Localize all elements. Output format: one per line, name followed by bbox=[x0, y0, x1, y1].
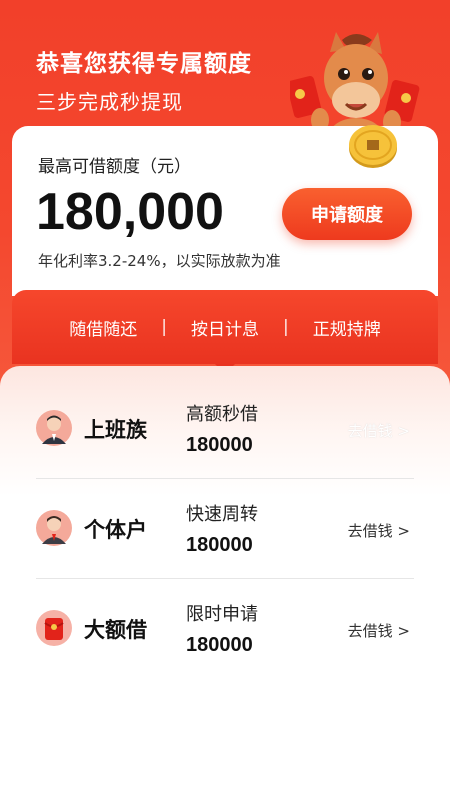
product-row-business-owner[interactable]: 个体户 快速周转 180000 去借钱 > bbox=[36, 480, 414, 579]
product-row-large-loan[interactable]: 大额借 限时申请 180000 去借钱 > bbox=[36, 580, 414, 679]
interest-rate-note: 年化利率3.2-24%，以实际放款为准 bbox=[38, 252, 281, 270]
product-list: 上班族 高额秒借 180000 去借钱 > 个体户 快速周转 180000 去借… bbox=[0, 366, 450, 800]
product-name: 大额借 bbox=[84, 618, 147, 642]
red-envelope-icon bbox=[36, 610, 72, 646]
product-name: 个体户 bbox=[84, 518, 147, 542]
hero-subtitle: 三步完成秒提现 bbox=[36, 90, 183, 114]
apply-quota-button[interactable]: 申请额度 bbox=[282, 188, 412, 240]
quota-amount: 180,000 bbox=[36, 183, 224, 241]
feature-separator: | bbox=[161, 317, 167, 337]
product-amount: 180000 bbox=[186, 534, 253, 556]
product-tag: 限时申请 bbox=[186, 604, 258, 625]
product-row-office-worker[interactable]: 上班族 高额秒借 180000 去借钱 > bbox=[36, 380, 414, 479]
product-amount: 180000 bbox=[186, 634, 253, 656]
product-name: 上班族 bbox=[84, 418, 147, 442]
feature-band: 随借随还 | 按日计息 | 正规持牌 bbox=[12, 290, 438, 364]
product-tag: 快速周转 bbox=[186, 504, 258, 525]
gold-coin-icon bbox=[349, 125, 397, 168]
borrow-link[interactable]: 去借钱 > bbox=[348, 520, 410, 541]
feature-item: 正规持牌 bbox=[312, 319, 381, 340]
product-tag: 高额秒借 bbox=[186, 404, 258, 425]
feature-item: 随借随还 bbox=[69, 319, 138, 340]
borrow-link[interactable]: 去借钱 > bbox=[348, 620, 410, 641]
business-owner-avatar-icon bbox=[36, 510, 72, 546]
quota-label: 最高可借额度（元） bbox=[38, 157, 191, 177]
feature-separator: | bbox=[283, 317, 289, 337]
borrow-link[interactable]: 去借钱 > bbox=[348, 420, 410, 441]
office-worker-avatar-icon bbox=[36, 410, 72, 446]
feature-item: 按日计息 bbox=[191, 319, 259, 340]
product-amount: 180000 bbox=[186, 434, 253, 456]
hero-title: 恭喜您获得专属额度 bbox=[36, 51, 252, 77]
